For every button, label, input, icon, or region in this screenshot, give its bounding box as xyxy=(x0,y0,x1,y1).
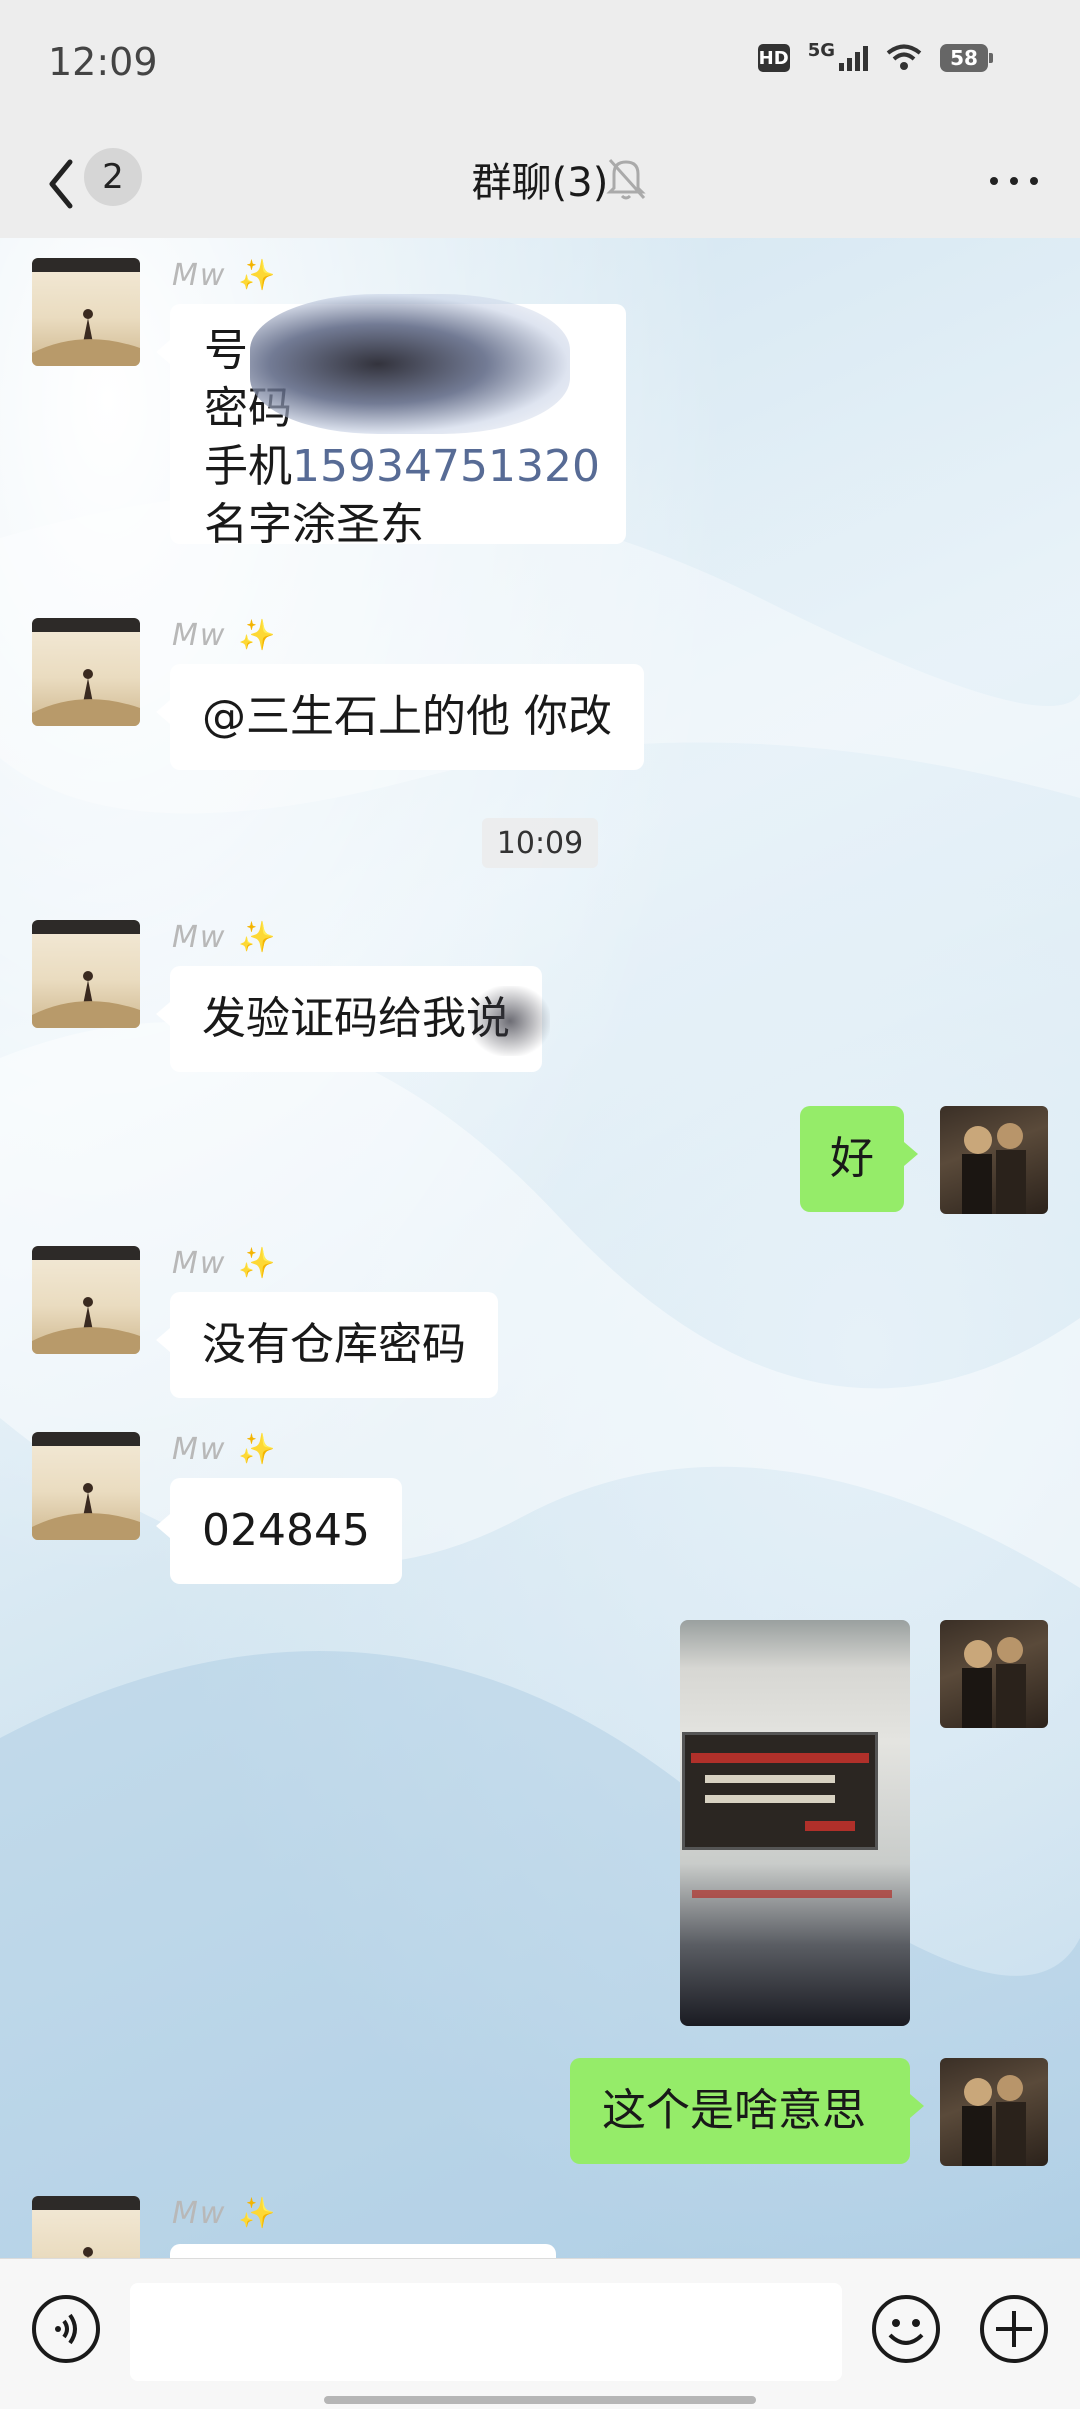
avatar-image xyxy=(32,618,140,726)
message-text: 024845 xyxy=(202,1505,370,1556)
hd-icon: HD xyxy=(757,44,790,72)
home-indicator[interactable] xyxy=(324,2396,756,2404)
message-text: 这个是啥意思 xyxy=(602,2085,866,2136)
avatar[interactable] xyxy=(32,1432,140,1540)
avatar[interactable] xyxy=(32,2196,140,2258)
battery-icon: 58 xyxy=(940,44,993,72)
status-bar: 12:09 HD 5G 58 xyxy=(0,0,1080,130)
voice-icon[interactable] xyxy=(30,2293,102,2365)
avatar[interactable] xyxy=(32,1246,140,1354)
avatar-image xyxy=(32,1432,140,1540)
avatar[interactable] xyxy=(32,258,140,366)
message-text: 好 xyxy=(830,1133,874,1184)
redaction-scribble xyxy=(250,294,570,434)
input-bar xyxy=(0,2258,1080,2409)
avatar-self[interactable] xyxy=(940,1106,1048,1214)
avatar-image xyxy=(32,2196,140,2258)
sender-nickname: Mw ✨ xyxy=(172,1246,278,1281)
message-text: @三生石上的他 你改 xyxy=(202,691,612,742)
avatar[interactable] xyxy=(32,618,140,726)
status-icons: HD 5G 58 xyxy=(757,40,993,72)
message-input[interactable] xyxy=(130,2283,842,2381)
plus-icon[interactable] xyxy=(978,2293,1050,2365)
message-text: 没有仓库密码 xyxy=(202,1319,466,1370)
message-bubble[interactable]: @三生石上的他 你改 xyxy=(156,664,644,770)
avatar-self[interactable] xyxy=(940,1620,1048,1728)
message-bubble[interactable]: 没有仓库密码 xyxy=(156,1292,498,1398)
message-bubble-self[interactable]: 这个是啥意思 xyxy=(570,2058,924,2164)
avatar-image xyxy=(32,920,140,1028)
avatar-self[interactable] xyxy=(940,2058,1048,2166)
wifi-icon xyxy=(886,44,922,70)
message-bubble-self[interactable]: 好 xyxy=(800,1106,918,1212)
more-icon[interactable] xyxy=(984,156,1044,206)
status-time: 12:09 xyxy=(48,40,158,84)
image-message[interactable] xyxy=(680,1620,910,2026)
sender-nickname: Mw ✨ xyxy=(172,2196,278,2231)
page-title: 群聊(3) xyxy=(471,160,609,206)
photo-content xyxy=(692,1890,892,1898)
emoji-icon[interactable] xyxy=(870,2293,942,2365)
message-line: 名字涂圣东 xyxy=(204,499,424,550)
message-bubble[interactable]: 发验证码给我说 xyxy=(156,966,550,1072)
avatar[interactable] xyxy=(32,920,140,1028)
message-text: 发验证码给我说 xyxy=(202,993,510,1044)
timestamp: 10:09 xyxy=(482,818,598,868)
avatar-image xyxy=(962,2075,1026,2166)
sender-nickname: Mw ✨ xyxy=(172,618,278,653)
network-type-label: 5G xyxy=(807,39,835,61)
message-bubble[interactable] xyxy=(170,2244,556,2258)
chat-header: 2 群聊(3) xyxy=(0,130,1080,238)
sender-nickname: Mw ✨ xyxy=(172,1432,278,1467)
signal-icon xyxy=(839,45,868,71)
phone-link[interactable]: 15934751320 xyxy=(292,441,600,492)
avatar-image xyxy=(962,1637,1026,1728)
message-bubble[interactable]: 号 密码 手机15934751320 名字涂圣东 xyxy=(156,294,626,550)
photo-content xyxy=(682,1732,878,1850)
avatar-image xyxy=(32,258,140,366)
avatar-image xyxy=(32,1246,140,1354)
avatar-image xyxy=(962,1123,1026,1214)
bell-mute-icon xyxy=(606,158,646,200)
message-line: 手机 xyxy=(204,441,292,492)
sender-nickname: Mw ✨ xyxy=(172,920,278,955)
message-list[interactable]: Mw ✨ 号 密码 手机15934751320 名字涂圣东 Mw ✨ @三生石上… xyxy=(0,238,1080,2258)
sender-nickname: Mw ✨ xyxy=(172,258,278,293)
redaction-scribble xyxy=(470,986,550,1056)
message-bubble[interactable]: 024845 xyxy=(156,1478,402,1584)
